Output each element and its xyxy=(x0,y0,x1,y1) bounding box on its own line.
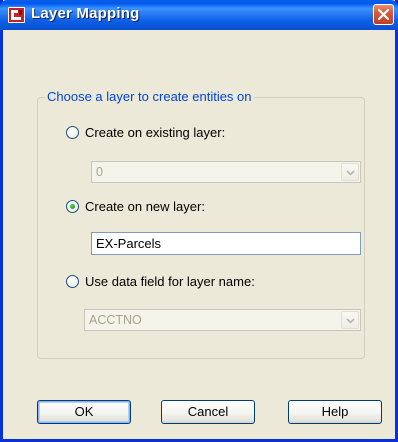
radio-data-field-circle[interactable] xyxy=(66,274,79,288)
help-button[interactable]: Help xyxy=(288,400,382,424)
close-button[interactable] xyxy=(373,4,394,25)
data-field-select[interactable]: ACCTNO xyxy=(84,309,361,331)
radio-data-field[interactable]: Use data field for layer name: xyxy=(66,272,255,290)
radio-data-field-label: Use data field for layer name: xyxy=(85,273,255,289)
existing-layer-select[interactable]: 0 xyxy=(91,161,361,183)
title-bar[interactable]: Layer Mapping xyxy=(0,0,398,30)
existing-layer-dropdown-button[interactable] xyxy=(341,163,359,181)
radio-new-layer[interactable]: Create on new layer: xyxy=(66,197,205,215)
radio-existing-layer-label: Create on existing layer: xyxy=(85,124,226,140)
group-title: Choose a layer to create entities on xyxy=(45,89,254,104)
new-layer-name-input[interactable] xyxy=(91,232,361,255)
radio-existing-layer-circle[interactable] xyxy=(66,125,79,139)
ok-button[interactable]: OK xyxy=(37,400,131,424)
radio-new-layer-circle[interactable] xyxy=(66,199,79,213)
autocad-icon xyxy=(8,7,25,23)
close-icon xyxy=(377,8,390,21)
cancel-button[interactable]: Cancel xyxy=(161,400,255,424)
layer-mapping-dialog: Layer Mapping Choose a layer to create e… xyxy=(0,0,398,442)
chevron-down-icon xyxy=(346,318,355,324)
radio-new-layer-label: Create on new layer: xyxy=(85,198,205,214)
existing-layer-value: 0 xyxy=(96,165,103,179)
data-field-dropdown-button[interactable] xyxy=(341,311,359,329)
data-field-value: ACCTNO xyxy=(89,313,142,327)
radio-existing-layer[interactable]: Create on existing layer: xyxy=(66,123,225,141)
chevron-down-icon xyxy=(346,170,355,176)
window-title: Layer Mapping xyxy=(31,5,140,22)
